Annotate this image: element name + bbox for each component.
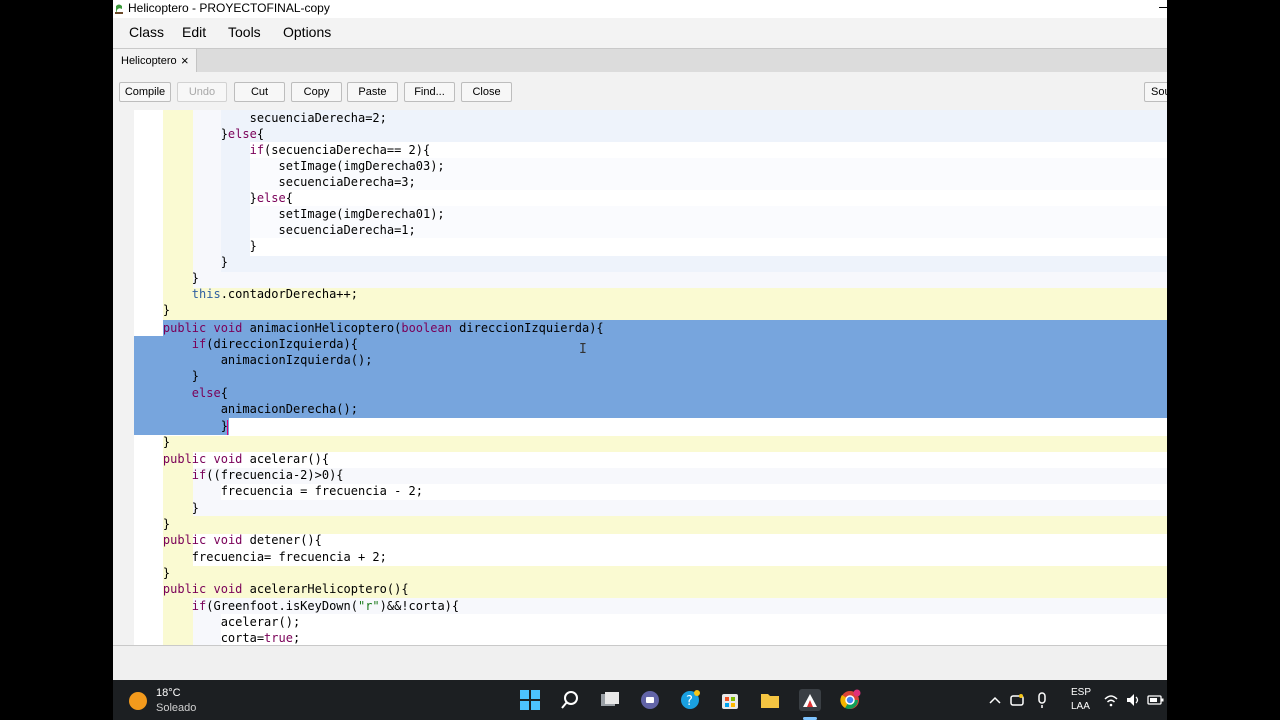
toolbar: Compile Undo Cut Copy Paste Find... Clos…: [113, 72, 1167, 111]
menu-tools[interactable]: Tools: [228, 24, 261, 40]
menu-options[interactable]: Options: [283, 24, 331, 40]
code-line: setImage(imgDerecha03);: [134, 159, 445, 173]
minimize-button[interactable]: [1159, 7, 1167, 8]
code-line: }: [134, 419, 228, 433]
microsoft-store-icon[interactable]: [719, 689, 741, 711]
title-bar: Helicoptero - PROYECTOFINAL-copy: [113, 0, 1167, 18]
code-line: }: [134, 501, 200, 515]
keyboard-layout[interactable]: LAA: [1071, 701, 1090, 712]
cut-button[interactable]: Cut: [234, 82, 285, 102]
find-button[interactable]: Find...: [404, 82, 455, 102]
tab-strip: Helicoptero ×: [113, 48, 1167, 73]
greenfoot-icon: [115, 4, 123, 14]
close-icon[interactable]: ×: [181, 53, 189, 68]
windows-taskbar: 18°C Soleado ? ESP LAA: [113, 680, 1167, 720]
code-line: acelerar();: [134, 615, 301, 629]
paste-button[interactable]: Paste: [347, 82, 398, 102]
microphone-icon[interactable]: [1035, 689, 1049, 711]
start-icon[interactable]: [519, 689, 541, 711]
code-line: if(Greenfoot.isKeyDown("r")&&!corta){: [191, 599, 460, 613]
code-line: public void acelerarHelicoptero(){: [162, 582, 409, 596]
weather-description[interactable]: Soleado: [156, 702, 196, 714]
task-view-icon[interactable]: [599, 689, 621, 711]
menu-bar: Class Edit Tools Options: [113, 18, 1167, 48]
weather-temperature[interactable]: 18°C: [156, 687, 181, 699]
volume-icon[interactable]: [1125, 689, 1141, 711]
undo-button[interactable]: Undo: [177, 82, 227, 102]
status-bar: [113, 645, 1167, 680]
tab-helicoptero[interactable]: Helicoptero ×: [113, 49, 197, 73]
code-line: public void animacionHelicoptero(boolean…: [162, 321, 604, 335]
editor-gutter: [113, 110, 134, 645]
code-line: this.contadorDerecha++;: [191, 287, 358, 301]
ibeam-cursor-icon: I: [579, 342, 587, 357]
code-line: secuenciaDerecha=1;: [134, 223, 416, 237]
search-icon[interactable]: [559, 689, 581, 711]
code-line: else{: [191, 386, 228, 400]
code-line: }else{: [134, 191, 293, 205]
code-line: }: [134, 369, 200, 383]
teams-chat-icon[interactable]: [639, 689, 661, 711]
code-line: }else{: [134, 127, 265, 141]
code-line: }: [134, 239, 257, 253]
code-line: public void detener(){: [162, 533, 322, 547]
chevron-up-icon[interactable]: [988, 689, 1002, 711]
code-line: if((frecuencia-2)>0){: [191, 468, 344, 482]
source-toggle-button[interactable]: Sou: [1144, 82, 1167, 102]
code-line: corta=true;: [134, 631, 301, 645]
code-line: animacionIzquierda();: [134, 353, 373, 367]
sync-icon[interactable]: [1009, 689, 1025, 711]
code-line: }: [134, 255, 228, 269]
code-line: setImage(imgDerecha01);: [134, 207, 445, 221]
file-explorer-icon[interactable]: [759, 689, 781, 711]
greenfoot-app-icon[interactable]: [799, 689, 821, 711]
help-icon[interactable]: ?: [679, 689, 701, 711]
code-line: if(secuenciaDerecha== 2){: [249, 143, 431, 157]
code-line: }: [134, 303, 171, 317]
editor-window: Helicoptero - PROYECTOFINAL-copy Class E…: [113, 0, 1167, 680]
menu-class[interactable]: Class: [129, 24, 164, 40]
text-caret: [227, 420, 228, 435]
code-line: }: [134, 271, 200, 285]
code-line: frecuencia = frecuencia - 2;: [134, 484, 423, 498]
code-line: frecuencia= frecuencia + 2;: [134, 550, 387, 564]
code-line: }: [134, 517, 171, 531]
code-line: animacionDerecha();: [134, 402, 358, 416]
sun-icon[interactable]: [129, 692, 147, 710]
code-line: secuenciaDerecha=2;: [134, 111, 387, 125]
close-button[interactable]: Close: [461, 82, 512, 102]
battery-icon[interactable]: [1147, 689, 1165, 711]
code-line: public void acelerar(){: [162, 452, 330, 466]
code-line: }: [134, 435, 171, 449]
code-line: if(direccionIzquierda){: [191, 337, 358, 351]
tab-label: Helicoptero: [121, 55, 177, 67]
input-language[interactable]: ESP: [1071, 687, 1091, 698]
wifi-icon[interactable]: [1103, 689, 1119, 711]
compile-button[interactable]: Compile: [119, 82, 171, 102]
chrome-icon[interactable]: [839, 689, 861, 711]
copy-button[interactable]: Copy: [291, 82, 342, 102]
code-editor[interactable]: secuenciaDerecha=2; }else{ if(secuenciaD…: [113, 110, 1167, 645]
svg-text:?: ?: [686, 694, 693, 709]
menu-edit[interactable]: Edit: [182, 24, 206, 40]
window-title: Helicoptero - PROYECTOFINAL-copy: [128, 1, 330, 15]
code-line: secuenciaDerecha=3;: [134, 175, 416, 189]
code-line: }: [134, 566, 171, 580]
